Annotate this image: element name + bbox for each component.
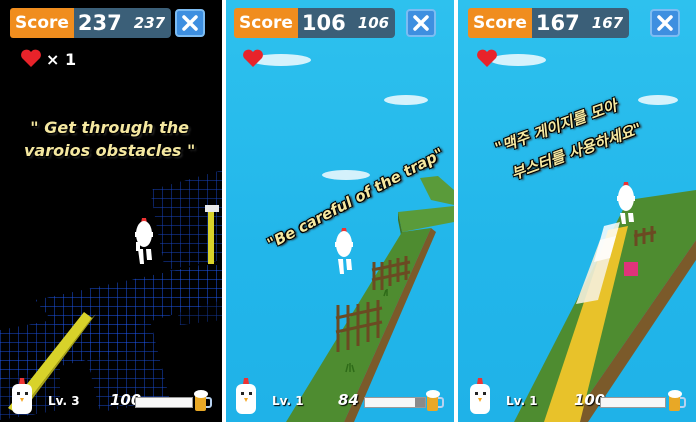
beer-gauge-fill: [365, 398, 416, 407]
level-label: Lv. 1: [506, 394, 538, 408]
beer-mug-icon: [668, 390, 686, 411]
screenshot-panel-2: Score 106 106 "Be careful of the trap" L…: [226, 0, 454, 422]
score-bar: Score 106 106: [234, 8, 396, 38]
beer-mug-icon: [194, 390, 212, 411]
tutorial-caption: " Get through the varoios obstacles ": [24, 116, 195, 162]
close-icon: [413, 15, 429, 31]
beer-gauge-value: 84: [338, 391, 359, 409]
lives-count: × 1: [46, 50, 77, 69]
screenshot-panel-3: Score 167 167 "맥주 게이지를 모아 부스터를 사용하세요" Lv…: [458, 0, 696, 422]
best-score-value: 106: [357, 14, 390, 32]
score-label: Score: [468, 8, 532, 38]
chicken-player: [335, 228, 353, 274]
close-icon: [657, 15, 673, 31]
score-value: 237: [77, 11, 122, 35]
score-bar: Score 237 237: [10, 8, 172, 38]
chicken-player: [135, 218, 153, 264]
heart-icon: [243, 49, 263, 67]
beer-gauge-bar: [364, 397, 426, 408]
score-box: 237 237: [73, 8, 172, 38]
caption-line: varoios obstacles ": [24, 141, 196, 160]
beer-gauge-bar: [135, 397, 193, 408]
level-label: Lv. 1: [272, 394, 304, 408]
beer-gauge-bar: [600, 397, 666, 408]
screenshot-panel-1: Score 237 237 × 1 " Get through the varo…: [0, 0, 222, 422]
close-icon: [182, 15, 198, 31]
score-bar: Score 167 167: [468, 8, 630, 38]
level-label: Lv. 3: [48, 394, 80, 408]
best-score-value: 167: [591, 14, 624, 32]
close-button[interactable]: [175, 9, 205, 37]
heart-icon: [477, 49, 497, 67]
chicken-avatar-icon: [236, 378, 256, 414]
score-value: 167: [535, 11, 580, 35]
close-button[interactable]: [650, 9, 680, 37]
chicken-avatar-icon: [12, 378, 32, 414]
heart-icon: [21, 49, 41, 67]
close-button[interactable]: [406, 9, 436, 37]
score-label: Score: [10, 8, 74, 38]
best-score-value: 237: [133, 14, 166, 32]
beer-gauge-fill: [601, 398, 665, 407]
score-label: Score: [234, 8, 298, 38]
beer-gauge-fill: [136, 398, 192, 407]
beer-mug-icon: [426, 390, 444, 411]
chicken-avatar-icon: [470, 378, 490, 414]
caption-line: " Get through the: [30, 118, 190, 137]
score-box: 106 106: [297, 8, 396, 38]
score-value: 106: [301, 11, 346, 35]
score-box: 167 167: [531, 8, 630, 38]
